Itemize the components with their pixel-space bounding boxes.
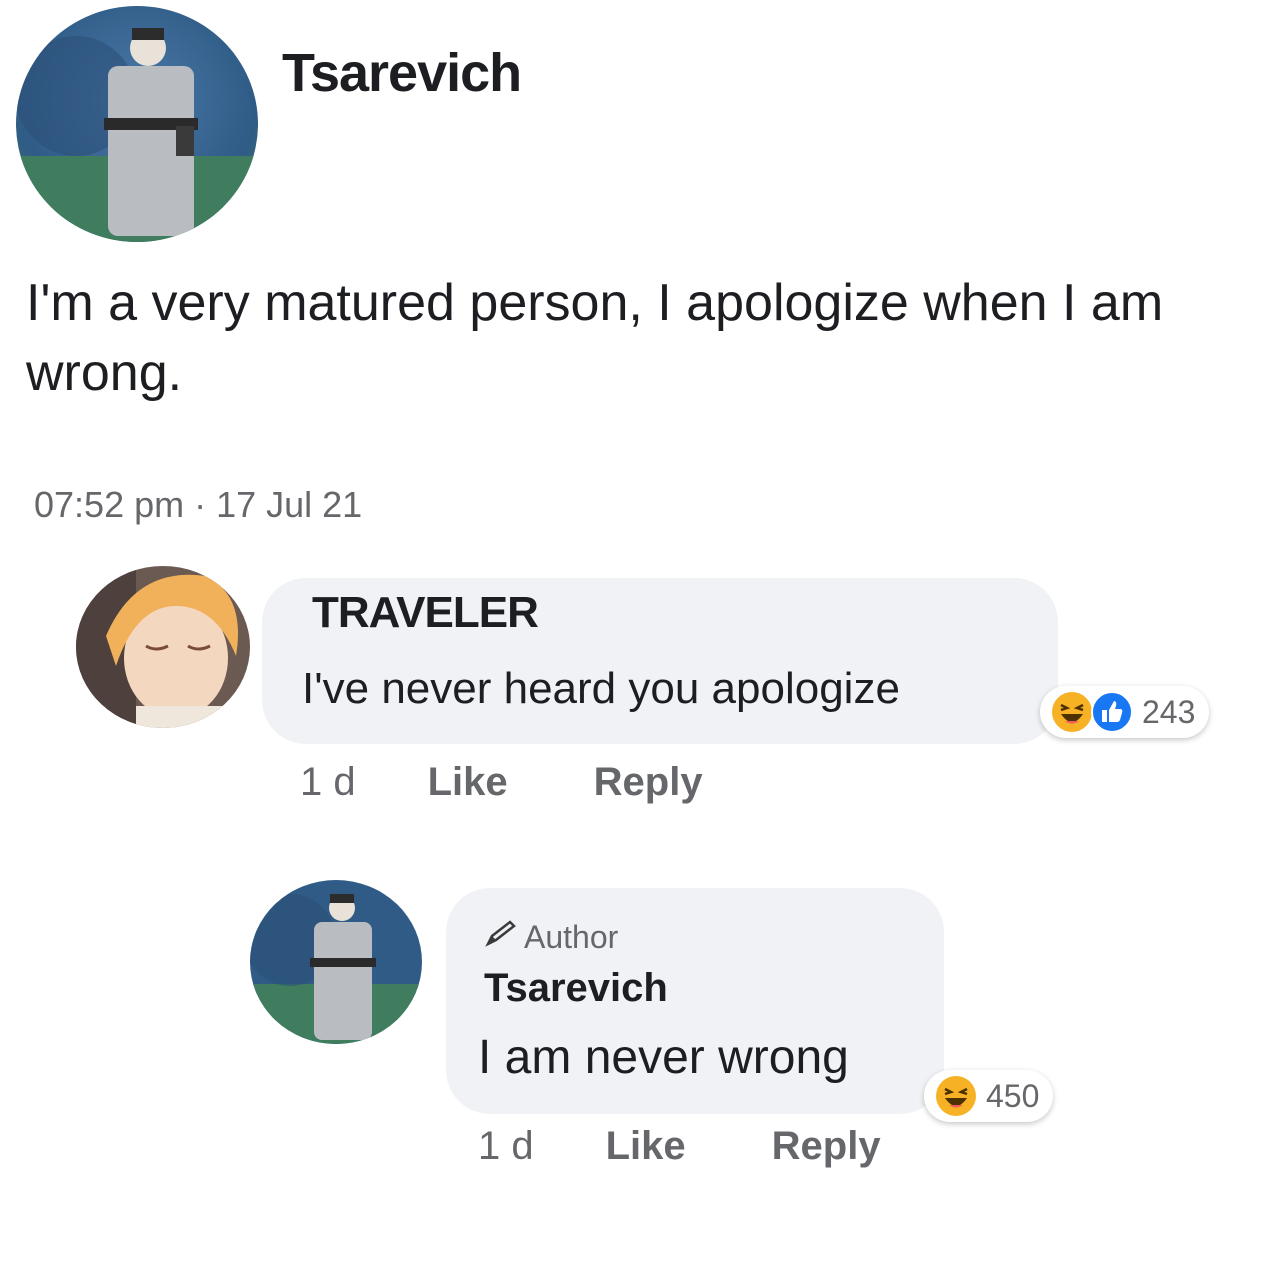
reply-time[interactable]: 1 d (478, 1124, 534, 1169)
reaction-count: 243 (1142, 693, 1196, 730)
post-text: I'm a very matured person, I apologize w… (26, 274, 1164, 402)
comment-avatar-traveler[interactable] (76, 566, 250, 728)
comment-author-name[interactable]: TRAVELER (312, 588, 539, 638)
post-timestamp[interactable]: 07:52 pm · 17 Jul 21 (34, 484, 362, 526)
reply-author-name[interactable]: Tsarevich (484, 966, 668, 1011)
author-badge: Author (484, 918, 618, 956)
reaction-summary[interactable]: 450 (924, 1070, 1054, 1122)
like-button[interactable]: Like (606, 1124, 686, 1169)
reply-button[interactable]: Reply (772, 1124, 881, 1169)
reaction-count: 450 (986, 1077, 1040, 1114)
author-badge-label: Author (524, 918, 619, 955)
like-button[interactable]: Like (428, 760, 508, 805)
pencil-icon (484, 918, 518, 956)
reply-text: I am never wrong (478, 1031, 849, 1084)
comment-text: I've never heard you apologize (302, 664, 900, 713)
post-author-avatar[interactable] (16, 6, 258, 242)
haha-icon (934, 1074, 978, 1118)
comment-time[interactable]: 1 d (300, 760, 356, 805)
post-author-name[interactable]: Tsarevich (282, 42, 522, 104)
like-icon (1090, 690, 1134, 734)
comment-actions: 1 d Like Reply (300, 760, 703, 805)
haha-icon (1050, 690, 1094, 734)
reply-actions: 1 d Like Reply (478, 1124, 881, 1169)
reply-button[interactable]: Reply (594, 760, 703, 805)
reply-author-avatar[interactable] (250, 880, 422, 1044)
reaction-summary[interactable]: 243 (1040, 686, 1210, 738)
